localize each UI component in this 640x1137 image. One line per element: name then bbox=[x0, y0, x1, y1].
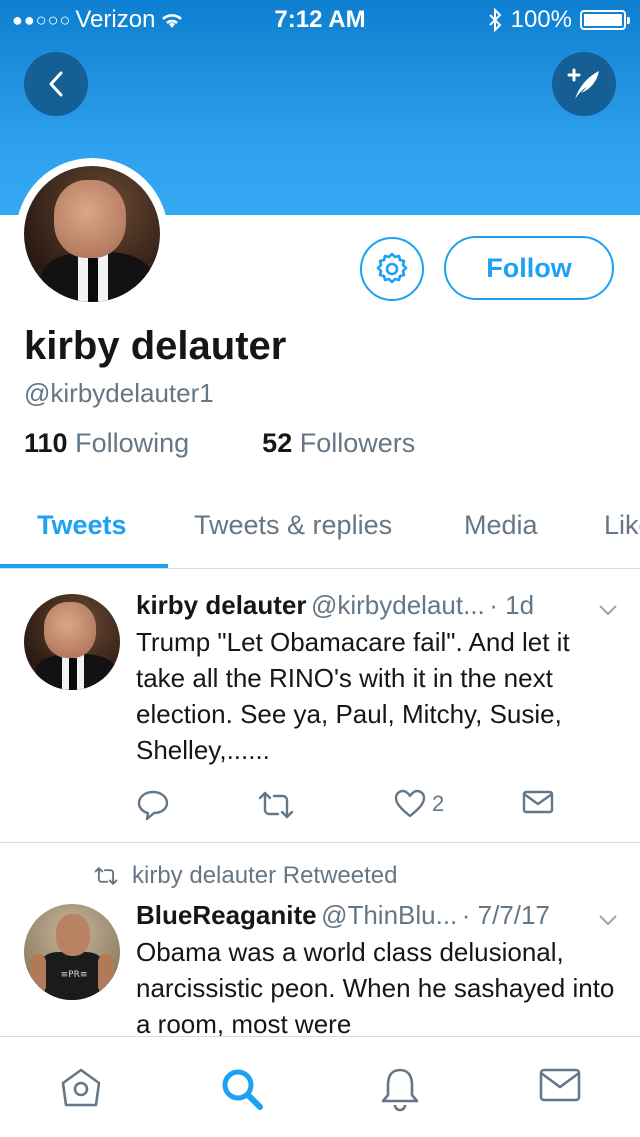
profile-name: kirby delauter bbox=[24, 324, 287, 368]
follow-button[interactable]: Follow bbox=[444, 236, 614, 300]
battery-icon bbox=[580, 10, 630, 30]
tabbar-notifications[interactable] bbox=[378, 1065, 422, 1118]
profile-avatar[interactable] bbox=[16, 158, 168, 310]
like-button[interactable]: 2 bbox=[394, 788, 444, 820]
tweet-header: BlueReaganite @ThinBlu... · 7/7/17 bbox=[136, 900, 586, 931]
followers-label: Followers bbox=[299, 428, 416, 458]
messages-icon bbox=[539, 1068, 581, 1102]
following-label: Following bbox=[75, 428, 190, 458]
avatar-shirt-text: ≡PR≡ bbox=[60, 970, 88, 980]
tweet-time: · 1d bbox=[489, 590, 535, 620]
compose-tweet-button[interactable] bbox=[552, 52, 616, 116]
envelope-icon bbox=[522, 790, 554, 814]
tweet-text: Obama was a world class delusional, narc… bbox=[136, 937, 615, 1039]
heart-icon bbox=[394, 789, 426, 818]
retweet-icon bbox=[94, 867, 118, 885]
tweet-author-handle[interactable]: @kirbydelaut... bbox=[311, 590, 485, 620]
search-icon bbox=[222, 1069, 263, 1110]
profile-settings-button[interactable] bbox=[360, 237, 424, 301]
avatar bbox=[24, 166, 160, 302]
retweet-icon bbox=[258, 791, 294, 819]
battery-percentage: 100% bbox=[510, 6, 572, 33]
retweet-label[interactable]: kirby delauter Retweeted bbox=[132, 862, 397, 890]
retweet-button[interactable] bbox=[256, 788, 296, 822]
home-icon bbox=[61, 1068, 101, 1107]
tweet-header: kirby delauter @kirbydelaut... · 1d bbox=[136, 590, 586, 621]
tweet-author-handle[interactable]: @ThinBlu... bbox=[321, 900, 457, 930]
back-button[interactable] bbox=[24, 52, 88, 116]
reply-button[interactable] bbox=[136, 788, 170, 822]
profile-tabs: Tweets Tweets & replies Media Likes bbox=[0, 490, 640, 569]
tabbar-search[interactable] bbox=[218, 1065, 266, 1118]
tabbar-home[interactable] bbox=[58, 1065, 104, 1116]
reply-icon bbox=[137, 790, 169, 821]
chevron-down-icon[interactable] bbox=[596, 908, 620, 932]
tweet-divider bbox=[0, 842, 640, 843]
compose-tweet-icon bbox=[567, 68, 599, 99]
tab-likes[interactable]: Likes bbox=[604, 510, 640, 541]
gear-icon bbox=[376, 252, 408, 284]
tweet-author-name[interactable]: kirby delauter bbox=[136, 590, 307, 620]
tab-tweets[interactable]: Tweets bbox=[37, 510, 127, 541]
follow-stats: 110 Following 52 Followers bbox=[24, 428, 415, 459]
like-count: 2 bbox=[432, 791, 445, 816]
bottom-tab-bar bbox=[0, 1036, 640, 1137]
bluetooth-icon bbox=[488, 8, 502, 32]
direct-message-button[interactable] bbox=[522, 788, 554, 816]
active-tab-indicator bbox=[0, 564, 168, 568]
tweet-text: Trump "Let Obamacare fail". And let it t… bbox=[136, 627, 570, 765]
tweet-author-name[interactable]: BlueReaganite bbox=[136, 900, 317, 930]
status-bar: ●●○○○ Verizon 7:12 AM 100% bbox=[0, 0, 640, 40]
chevron-left-icon bbox=[49, 71, 63, 97]
chevron-down-icon[interactable] bbox=[596, 598, 620, 622]
tab-tweets-and-replies[interactable]: Tweets & replies bbox=[194, 510, 392, 541]
tweet-actions: 2 bbox=[136, 788, 576, 824]
following-link[interactable]: 110 Following bbox=[24, 428, 189, 458]
followers-link[interactable]: 52 Followers bbox=[262, 428, 415, 458]
tweet-author-avatar[interactable]: ≡PR≡ bbox=[24, 904, 120, 1000]
profile-handle: @kirbydelauter1 bbox=[24, 378, 214, 408]
tweet-author-avatar[interactable] bbox=[24, 594, 120, 690]
tweet-time: · 7/7/17 bbox=[461, 900, 550, 930]
tabbar-messages[interactable] bbox=[538, 1065, 582, 1110]
retweet-context: kirby delauter Retweeted bbox=[92, 862, 397, 890]
following-count: 110 bbox=[24, 428, 68, 458]
followers-count: 52 bbox=[262, 428, 293, 458]
tab-media[interactable]: Media bbox=[464, 510, 538, 541]
notifications-icon bbox=[381, 1068, 419, 1112]
